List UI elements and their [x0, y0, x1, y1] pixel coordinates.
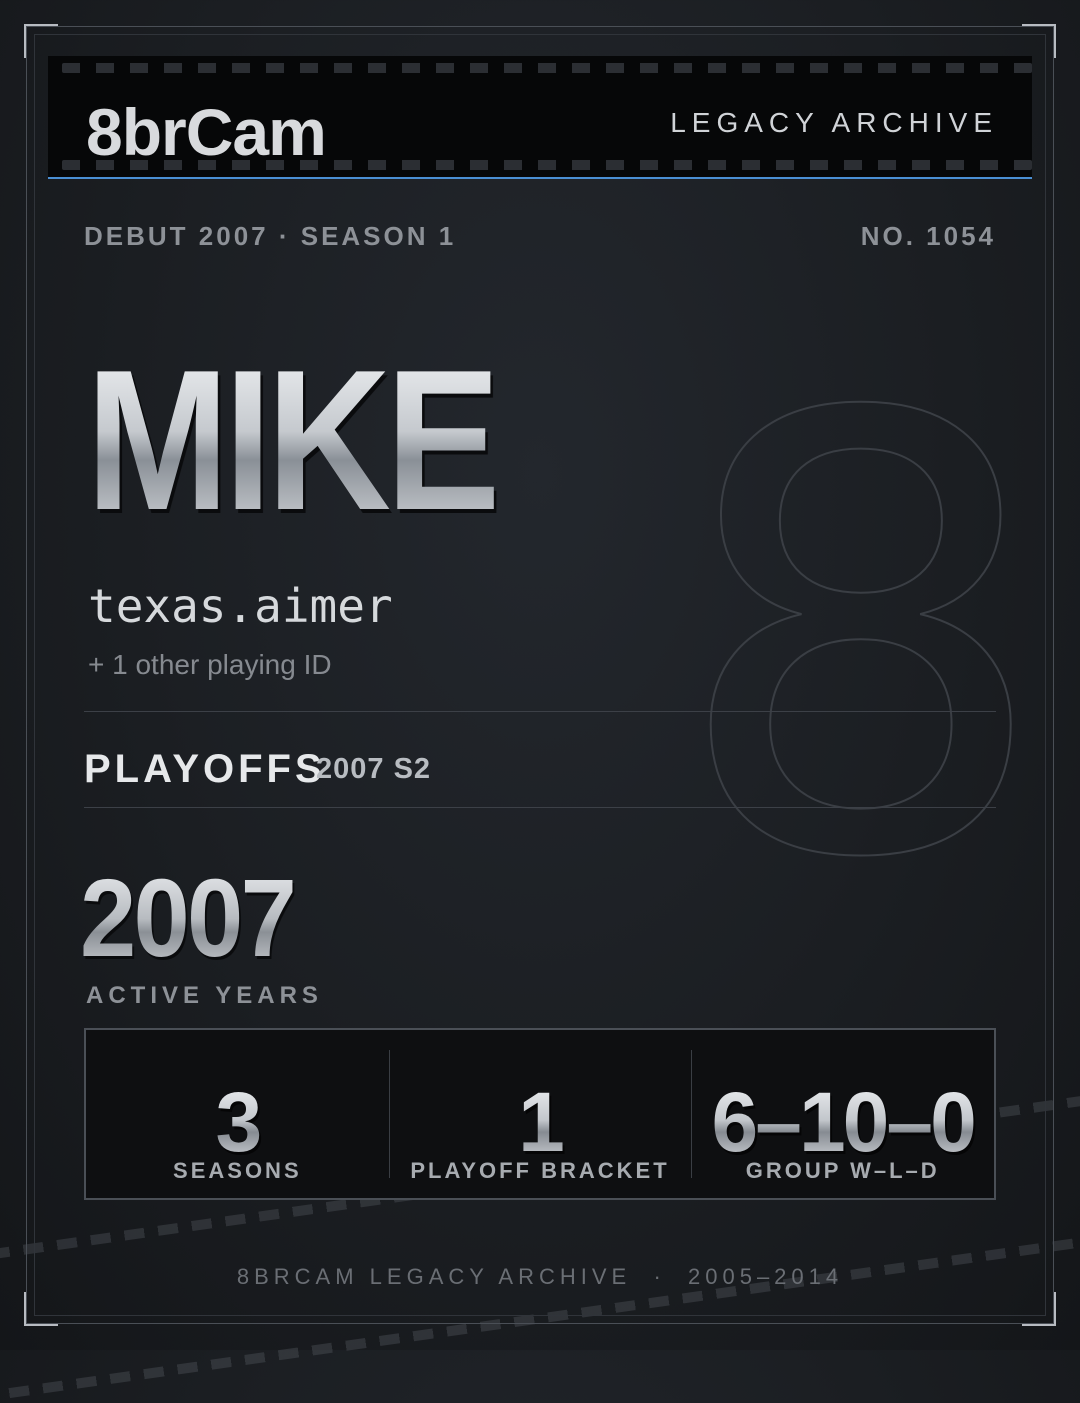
active-years-value: 2007 — [80, 857, 297, 980]
sprocket-holes — [62, 63, 1032, 73]
playoffs-season: 2007 S2 — [316, 753, 432, 785]
corner-bracket — [24, 1292, 58, 1326]
brand-logo: 8brCam — [86, 95, 327, 169]
stat-value: 6–10–0 — [691, 1080, 994, 1164]
stat-value: 1 — [389, 1080, 692, 1164]
corner-bracket — [1022, 1292, 1056, 1326]
header-accent-line — [48, 177, 1032, 179]
playoffs-label: PLAYOFFS — [84, 747, 326, 791]
corner-bracket — [24, 24, 58, 58]
divider — [84, 807, 996, 808]
player-name: MIKE — [86, 329, 501, 552]
stats-panel: 3 SEASONS 1 PLAYOFF BRACKET 6–10–0 GROUP… — [84, 1028, 996, 1200]
corner-bracket — [1022, 24, 1056, 58]
active-years-label: ACTIVE YEARS — [86, 982, 323, 1009]
other-ids-note: + 1 other playing ID — [88, 649, 332, 680]
stat-seasons: 3 SEASONS — [86, 1030, 389, 1198]
stat-label: GROUP W–L–D — [745, 1158, 940, 1183]
divider — [84, 711, 996, 712]
archive-tag: LEGACY ARCHIVE — [670, 107, 998, 138]
stat-group-record: 6–10–0 GROUP W–L–D — [691, 1030, 994, 1198]
stat-label: SEASONS — [173, 1158, 302, 1183]
footer-text: 8BRCAM LEGACY ARCHIVE · 2005–2014 — [236, 1264, 844, 1289]
player-handle: texas.aimer — [88, 579, 393, 633]
stat-label: PLAYOFF BRACKET — [410, 1158, 670, 1183]
background-numeral: 8 — [669, 290, 1053, 989]
stat-playoff-bracket: 1 PLAYOFF BRACKET — [388, 1030, 692, 1198]
card-number: NO. 1054 — [860, 221, 996, 251]
debut-info: DEBUT 2007 · SEASON 1 — [84, 221, 457, 251]
stat-value: 3 — [86, 1080, 389, 1164]
